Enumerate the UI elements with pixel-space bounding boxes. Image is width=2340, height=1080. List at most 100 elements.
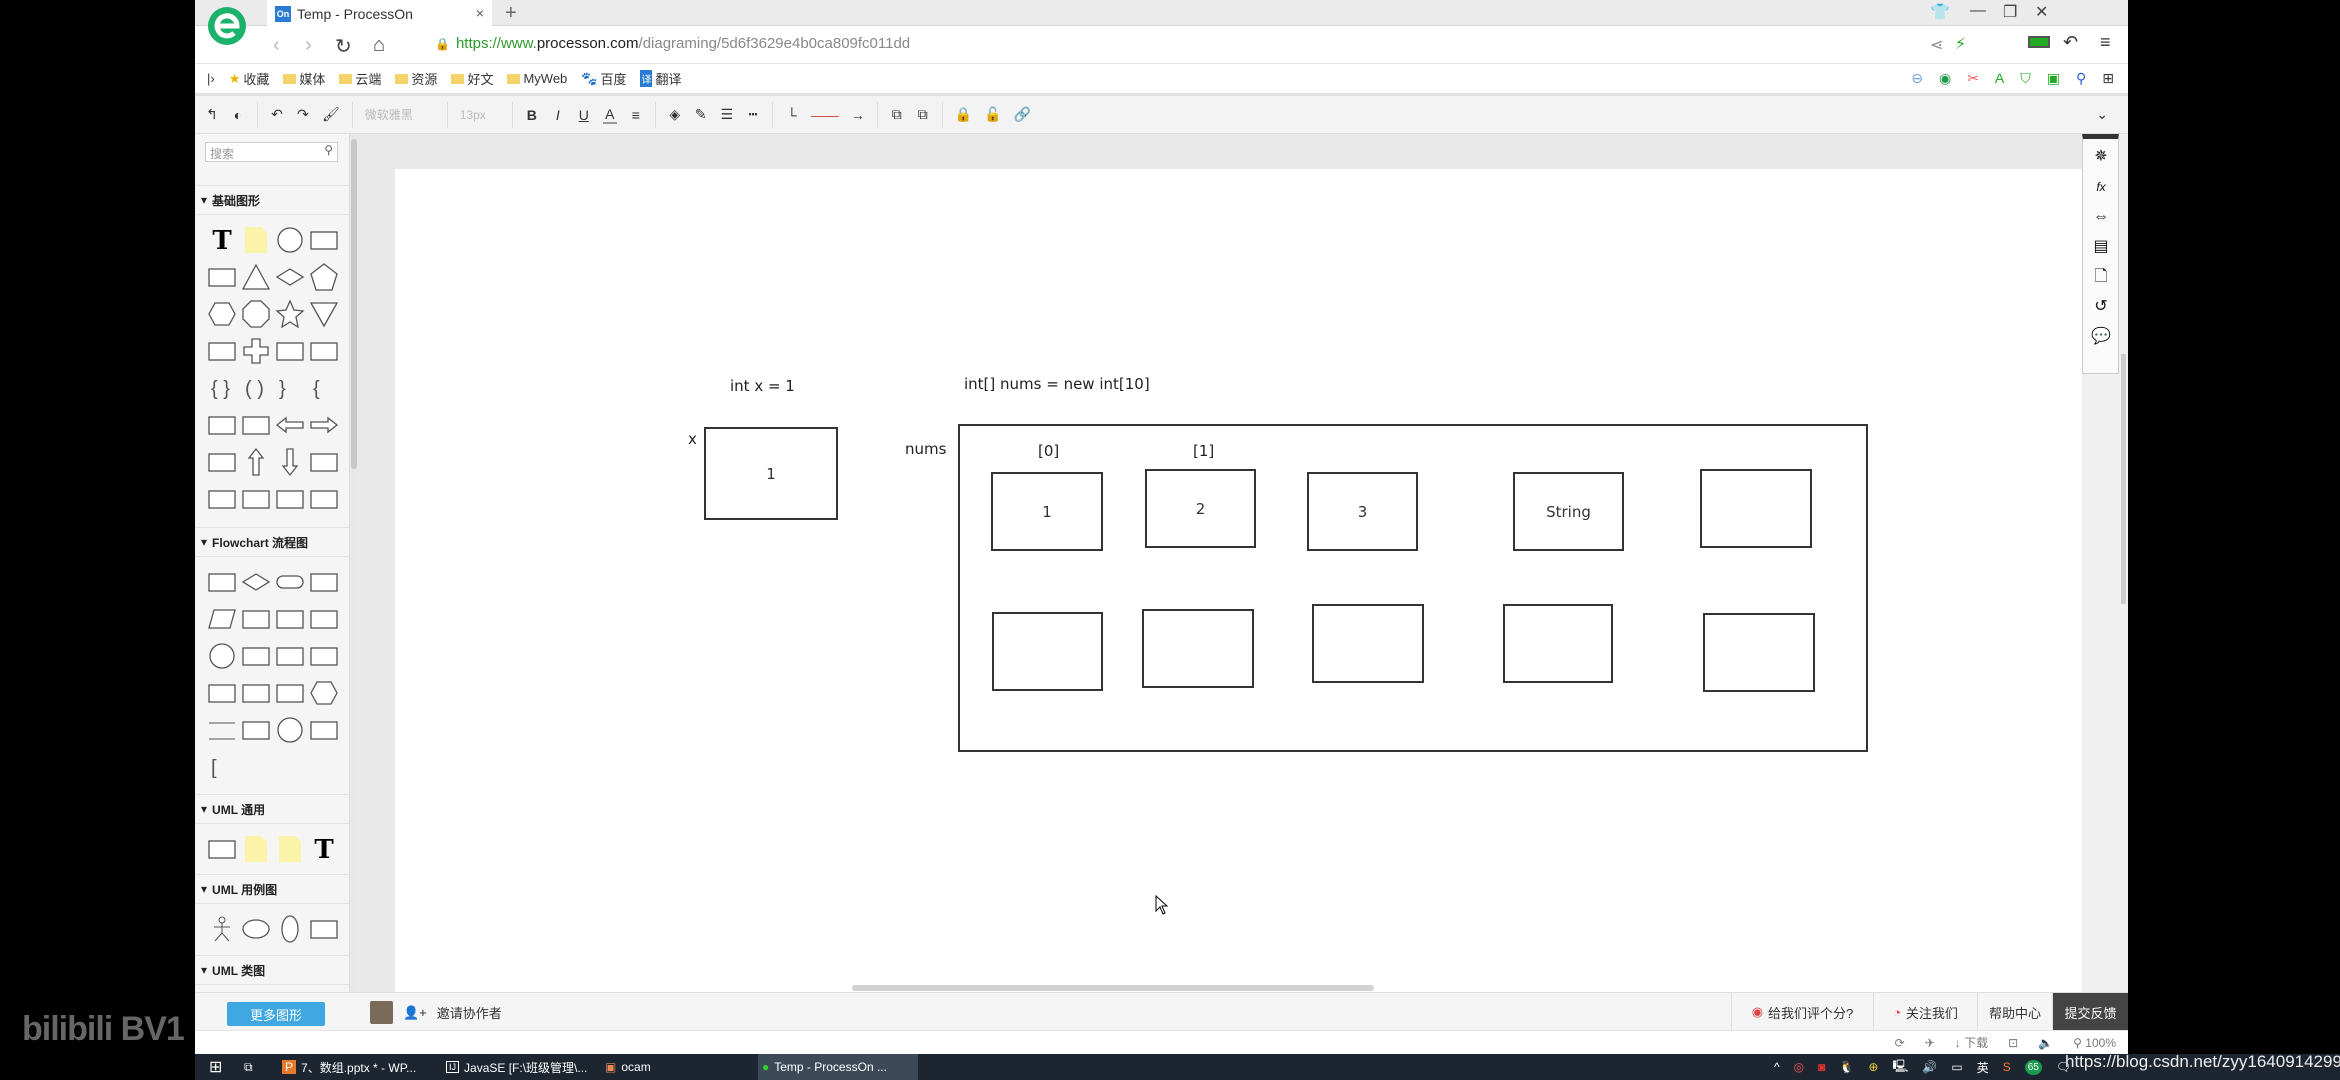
translate-ext-icon[interactable]: A — [1995, 70, 2004, 87]
banner-shape-icon[interactable] — [207, 336, 237, 366]
reader-icon[interactable]: ◉ — [1939, 70, 1951, 87]
variable-x-box[interactable]: 1 — [704, 427, 838, 520]
delay-shape-icon[interactable] — [241, 715, 271, 745]
array-cell[interactable]: 1 — [991, 472, 1103, 551]
follow-us-button[interactable]: ◔ 关注我们 — [1873, 993, 1977, 1031]
index-label[interactable]: [1] — [1193, 442, 1214, 460]
text-shape-icon[interactable]: T — [309, 834, 339, 864]
bookmark-media[interactable]: 媒体 — [283, 69, 325, 88]
inverted-triangle-shape-icon[interactable] — [309, 299, 339, 329]
adblock-icon[interactable]: ⊖ — [1911, 70, 1923, 87]
invite-collaborator[interactable]: 👤+ 邀请协作者 — [370, 1001, 502, 1024]
manual-input-shape-icon[interactable] — [275, 641, 305, 671]
x-label[interactable]: x — [688, 430, 697, 448]
help-center-button[interactable]: 帮助中心 — [1977, 993, 2052, 1031]
internal-storage-shape-icon[interactable] — [309, 604, 339, 634]
undo-icon[interactable]: ↶ — [270, 106, 284, 123]
fill-color-icon[interactable]: ◈ — [668, 106, 682, 123]
parallelogram-shape-icon[interactable] — [207, 604, 237, 634]
search-icon[interactable]: ⚲ — [324, 143, 333, 157]
rate-us-button[interactable]: ◉ 给我们评个分? — [1731, 993, 1873, 1031]
font-size-select[interactable]: 13px — [460, 108, 500, 122]
undo-close-icon[interactable]: ↶ — [2063, 32, 2078, 53]
text-shape-icon[interactable]: T — [207, 225, 237, 255]
cloud-shape-icon[interactable] — [275, 336, 305, 366]
line-width-icon[interactable]: ☰ — [720, 106, 734, 123]
unlock-icon[interactable]: 🔓 — [984, 106, 1001, 123]
rect-shape-icon[interactable] — [309, 225, 339, 255]
tape-shape-icon[interactable] — [207, 678, 237, 708]
format-painter-icon[interactable]: 🖌 — [322, 106, 340, 123]
diamond-shape-icon[interactable] — [241, 567, 271, 597]
font-family-select[interactable]: 微软雅黑 — [365, 106, 435, 123]
search-ext-icon[interactable]: ⚲ — [2076, 70, 2086, 87]
tray-expand-icon[interactable]: ^ — [1774, 1060, 1780, 1074]
left-arrow-shape-icon[interactable] — [275, 410, 305, 440]
apps-icon[interactable]: ⊞ — [2102, 70, 2114, 87]
network-icon[interactable]: 🖳 — [1892, 1057, 1908, 1078]
array-cell[interactable] — [1703, 613, 1815, 692]
array-cell[interactable]: 2 — [1145, 469, 1256, 548]
redo-icon[interactable]: ↷ — [296, 106, 310, 123]
font-color-button[interactable]: A — [602, 106, 617, 124]
minimize-button[interactable]: — — [1970, 2, 1986, 20]
arrow-style-icon[interactable]: → — [851, 107, 865, 123]
diagram-page[interactable]: int x = 1 x 1 int[] nums = new int[10] n… — [395, 169, 2082, 992]
collapse-toolbar-icon[interactable]: ⌄ — [2096, 106, 2128, 123]
ime-indicator[interactable]: 英 — [1977, 1059, 1989, 1076]
taskbar-item-wps[interactable]: P 7、数组.pptx * - WP... — [278, 1054, 425, 1080]
search-input[interactable]: 搜索 ⚲ — [205, 142, 338, 162]
restore-button[interactable]: ❐ — [2003, 2, 2017, 22]
up-arrow-shape-icon[interactable] — [241, 447, 271, 477]
subprocess-shape-icon[interactable] — [241, 604, 271, 634]
task-view-button[interactable]: ⧉ — [240, 1054, 253, 1080]
accelerate-icon[interactable]: ✈ — [1925, 1036, 1935, 1050]
circle-shape-icon[interactable] — [275, 715, 305, 745]
bookmark-translate[interactable]: 译翻译 — [640, 69, 682, 88]
bookmark-favorites[interactable]: ★ 收藏 — [229, 69, 270, 88]
url-field[interactable]: 🔒 https://www.processon.com/diagraming/5… — [435, 35, 910, 52]
u-arrow-shape-icon[interactable] — [241, 484, 271, 514]
bookmark-cloud[interactable]: 云端 — [339, 69, 381, 88]
share-icon[interactable]: ⋖ — [1930, 35, 1943, 55]
left-brace-shape-icon[interactable]: { — [309, 373, 339, 403]
lock-icon[interactable]: 🔒 — [955, 106, 972, 123]
bookmark-myweb[interactable]: MyWeb — [507, 71, 567, 86]
speech-bubble-shape-icon[interactable] — [309, 336, 339, 366]
lightning-icon[interactable]: ⚡ — [1955, 34, 1966, 54]
horizontal-scrollbar[interactable] — [852, 985, 1374, 991]
triangle-shape-icon[interactable] — [241, 262, 271, 292]
sidebar-scroll-thumb[interactable] — [351, 139, 357, 469]
note-shape-icon[interactable] — [241, 834, 271, 864]
section-header[interactable]: ▾ UML 用例图 — [195, 874, 349, 904]
battery-icon[interactable] — [2028, 36, 2050, 48]
section-header[interactable]: ▾ UML 通用 — [195, 794, 349, 824]
navigator-icon[interactable]: ✵ — [2091, 147, 2111, 167]
tab-processon[interactable]: On Temp - ProcessOn × — [267, 0, 492, 27]
battery-tray-icon[interactable]: ▭ — [1951, 1060, 1962, 1074]
card-shape-icon[interactable] — [309, 641, 339, 671]
section-header[interactable]: ▾ Flowchart 流程图 — [195, 527, 349, 557]
brace-pair-shape-icon[interactable]: { } — [207, 373, 237, 403]
database-shape-icon[interactable] — [241, 641, 271, 671]
pages-icon[interactable]: ▤ — [2091, 237, 2111, 257]
octagon-shape-icon[interactable] — [241, 299, 271, 329]
vertical-scroll-thumb[interactable] — [2121, 354, 2126, 604]
note-shape-icon[interactable] — [275, 834, 305, 864]
game-icon[interactable]: ▣ — [2047, 70, 2060, 87]
rect-shape-icon[interactable] — [309, 914, 339, 944]
sogou-icon[interactable]: S — [2003, 1060, 2011, 1074]
link-icon[interactable]: 🔗 — [1014, 106, 1031, 123]
vertical-ellipse-shape-icon[interactable] — [275, 914, 305, 944]
badge-counter[interactable]: 65 — [2024, 1059, 2042, 1075]
netease-music-icon[interactable]: ◙ — [1818, 1060, 1825, 1074]
array-cell[interactable]: String — [1513, 472, 1624, 551]
reload-button[interactable]: ↻ — [335, 34, 352, 59]
new-tab-button[interactable]: + — [505, 2, 517, 25]
back-icon[interactable]: ↰ — [205, 106, 219, 123]
menu-icon[interactable]: ≡ — [2100, 32, 2111, 53]
preparation-shape-icon[interactable] — [241, 678, 271, 708]
circle-shape-icon[interactable] — [275, 225, 305, 255]
cross-shape-icon[interactable] — [241, 336, 271, 366]
formula-icon[interactable]: fx — [2091, 177, 2111, 197]
